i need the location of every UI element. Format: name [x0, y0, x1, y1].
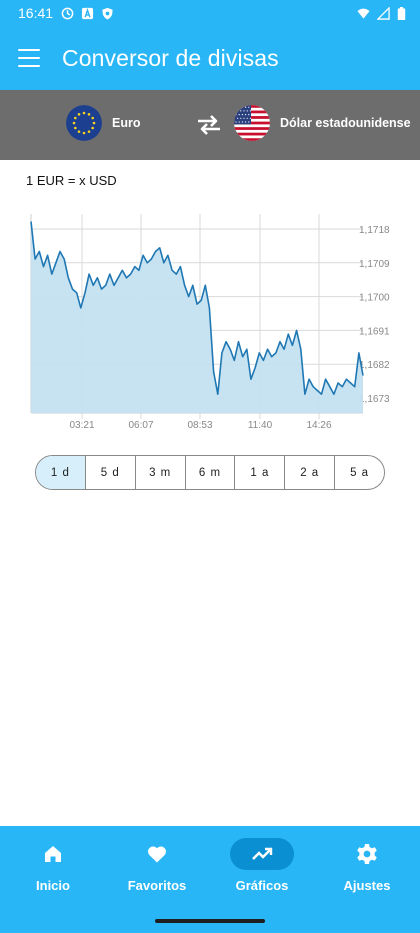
- range-option-6m[interactable]: 6 m: [186, 456, 236, 489]
- status-bar: 16:41: [0, 0, 420, 26]
- rate-label: 1 EUR = x USD: [26, 173, 117, 188]
- range-option-2a[interactable]: 2 a: [285, 456, 336, 489]
- gesture-bar: [155, 919, 265, 923]
- nav-pill: [230, 838, 294, 870]
- rate-area: [31, 221, 363, 413]
- status-time: 16:41: [18, 5, 54, 21]
- bottom-navigation: Inicio Favoritos Gráficos Ajustes: [0, 826, 420, 933]
- nav-pill: [21, 838, 85, 870]
- exchange-rate-chart: 1,1718 1,1709 1,1700 1,1691 1,1682 1,1673 03:2…: [30, 214, 390, 431]
- notification-icons: [61, 7, 114, 20]
- range-option-1a[interactable]: 1 a: [235, 456, 286, 489]
- nav-pill: [335, 838, 399, 870]
- to-currency-button[interactable]: Dólar estadounidense: [234, 105, 411, 141]
- system-icons: [357, 6, 406, 20]
- range-option-1d[interactable]: 1 d: [36, 456, 86, 489]
- trending-up-icon: [252, 847, 273, 860]
- from-currency-button[interactable]: Euro: [66, 105, 140, 141]
- heart-icon: [147, 846, 167, 863]
- to-currency-label: Dólar estadounidense: [280, 116, 411, 130]
- nav-label: Favoritos: [127, 878, 187, 893]
- home-icon: [45, 846, 61, 862]
- eu-flag-icon: [66, 105, 102, 141]
- nav-ajustes[interactable]: Ajustes: [315, 838, 419, 908]
- nav-inicio[interactable]: Inicio: [1, 838, 105, 908]
- y-tick-label: 1,1673: [359, 394, 390, 405]
- shield-icon: [102, 7, 113, 20]
- app-title: Conversor de divisas: [62, 44, 279, 71]
- gear-icon: [357, 844, 377, 864]
- menu-icon[interactable]: [18, 49, 40, 67]
- range-option-3m[interactable]: 3 m: [136, 456, 186, 489]
- nav-pill: [125, 838, 189, 870]
- wifi-icon: [357, 8, 370, 19]
- y-tick-label: 1,1700: [359, 293, 390, 304]
- app-bar: Conversor de divisas: [0, 26, 420, 90]
- y-tick-label: 1,1691: [359, 326, 390, 337]
- nav-label: Gráficos: [235, 878, 289, 893]
- battery-icon: [397, 6, 406, 20]
- nav-favoritos[interactable]: Favoritos: [105, 838, 209, 908]
- swap-currencies-icon[interactable]: [196, 114, 222, 136]
- range-option-5d[interactable]: 5 d: [86, 456, 136, 489]
- nav-label: Inicio: [36, 878, 70, 893]
- app-a-icon: [81, 7, 94, 19]
- nav-graficos[interactable]: Gráficos: [210, 838, 314, 908]
- signal-icon: [377, 6, 390, 20]
- range-option-5a[interactable]: 5 a: [335, 456, 384, 489]
- sync-status-icon: [61, 7, 74, 19]
- x-tick-label: 08:53: [187, 420, 212, 431]
- y-tick-label: 1,1709: [359, 259, 390, 270]
- us-flag-icon: [234, 105, 270, 141]
- x-tick-label: 11:40: [248, 420, 273, 431]
- x-tick-label: 14:26: [306, 420, 331, 431]
- y-tick-label: 1,1718: [359, 225, 390, 236]
- from-currency-label: Euro: [112, 116, 141, 130]
- x-tick-label: 03:21: [69, 420, 94, 431]
- y-tick-label: 1,1682: [359, 360, 390, 371]
- time-range-selector: 1 d5 d3 m6 m1 a2 a5 a: [35, 455, 385, 490]
- nav-label: Ajustes: [343, 878, 391, 893]
- x-tick-label: 06:07: [128, 420, 153, 431]
